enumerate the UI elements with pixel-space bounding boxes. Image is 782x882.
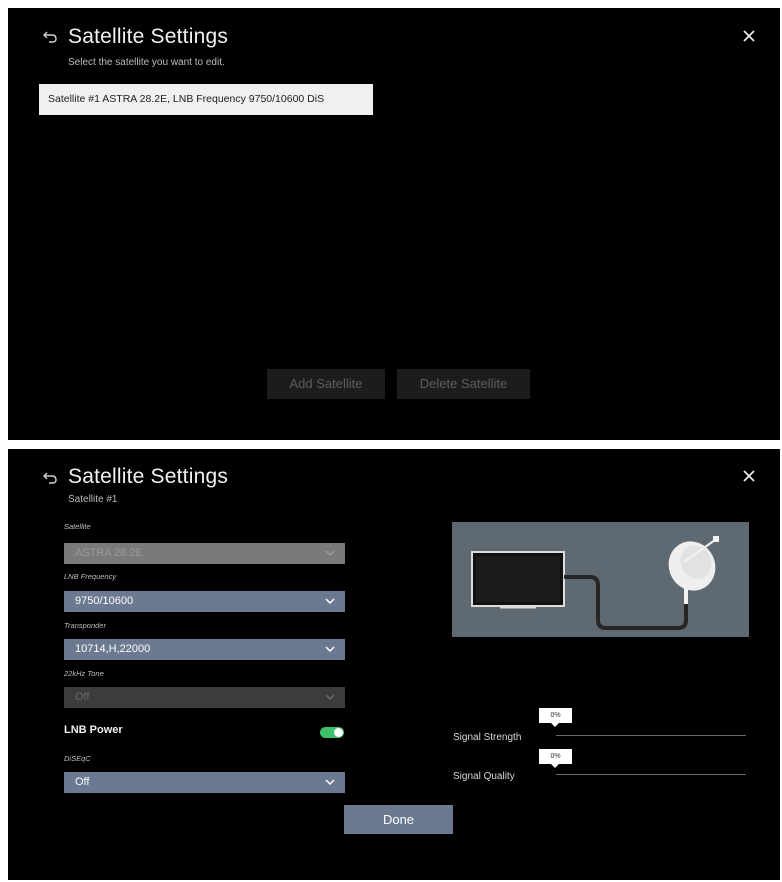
satellite-list-item[interactable]: Satellite #1 ASTRA 28.2E, LNB Frequency … [39, 84, 373, 115]
signal-quality-bar [556, 774, 746, 775]
signal-strength-label: Signal Strength [453, 732, 522, 743]
chevron-down-icon [325, 779, 335, 786]
page-subtitle: Select the satellite you want to edit. [68, 57, 225, 68]
signal-quality-tooltip: 0% [539, 749, 572, 768]
back-arrow-icon[interactable] [42, 471, 58, 485]
close-icon[interactable] [742, 469, 756, 483]
lnb-power-toggle[interactable] [320, 727, 344, 738]
satellite-label: Satellite [64, 522, 91, 531]
chevron-down-icon [325, 550, 335, 557]
page-title: Satellite Settings [68, 465, 229, 488]
tone-dropdown: Off [64, 687, 345, 708]
tone-label: 22kHz Tone [64, 669, 104, 678]
lnb-frequency-value: 9750/10600 [75, 595, 134, 607]
signal-quality-label: Signal Quality [453, 771, 515, 782]
satellite-dropdown: ASTRA 28.2E [64, 543, 345, 564]
back-arrow-icon[interactable] [42, 30, 58, 44]
signal-strength-bar [556, 735, 746, 736]
transponder-value: 10714,H,22000 [75, 643, 151, 655]
connection-illustration [452, 522, 749, 637]
close-icon[interactable] [742, 29, 756, 43]
tone-value: Off [75, 691, 90, 703]
satellite-list-screen: Satellite Settings Select the satellite … [8, 8, 780, 440]
lnb-frequency-label: LNB Frequency [64, 572, 117, 581]
diseqc-dropdown[interactable]: Off [64, 772, 345, 793]
diseqc-label: DiSEqC [64, 754, 91, 763]
satellite-edit-screen: Satellite Settings Satellite #1 Satellit… [8, 449, 780, 880]
transponder-label: Transponder [64, 621, 106, 630]
diseqc-value: Off [75, 776, 90, 788]
delete-satellite-button[interactable]: Delete Satellite [397, 369, 530, 399]
page-subtitle: Satellite #1 [68, 494, 118, 505]
toggle-knob [334, 728, 343, 737]
add-satellite-button[interactable]: Add Satellite [267, 369, 385, 399]
signal-strength-tooltip: 0% [539, 708, 572, 727]
chevron-down-icon [325, 694, 335, 701]
satellite-dish-icon [668, 536, 719, 604]
done-button[interactable]: Done [344, 805, 453, 834]
transponder-dropdown[interactable]: 10714,H,22000 [64, 639, 345, 660]
satellite-value: ASTRA 28.2E [75, 547, 143, 559]
lnb-power-label: LNB Power [64, 724, 123, 736]
chevron-down-icon [325, 598, 335, 605]
lnb-frequency-dropdown[interactable]: 9750/10600 [64, 591, 345, 612]
page-title: Satellite Settings [68, 25, 229, 48]
tv-icon [471, 551, 565, 609]
chevron-down-icon [325, 646, 335, 653]
